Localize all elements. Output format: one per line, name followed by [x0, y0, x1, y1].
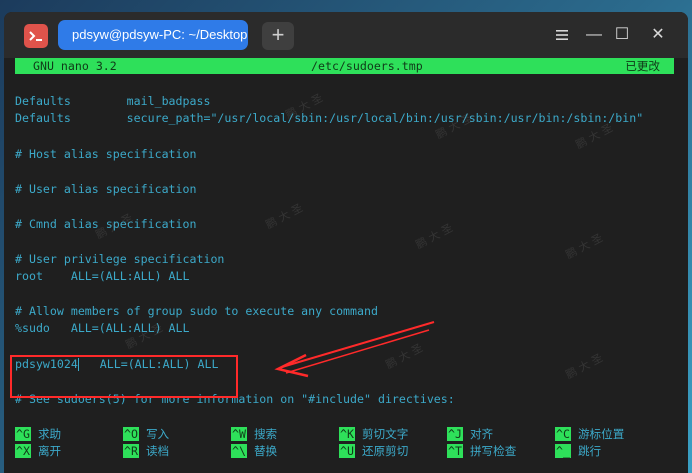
new-tab-button[interactable]: +	[262, 22, 294, 50]
shortcut-read-file: ^R 读档	[123, 444, 170, 458]
terminal-window: pdsyw@pdsyw-PC: ~/Desktop + — ☐ ✕ GNU na…	[4, 12, 688, 473]
shortcut-help: ^G 求助	[15, 427, 62, 441]
shortcut-uncut: ^U 还原剪切	[339, 444, 409, 458]
shortcut-search: ^W 搜索	[231, 427, 278, 441]
menu-icon[interactable]	[552, 25, 572, 45]
shortcut-replace: ^\ 替换	[231, 444, 278, 458]
terminal-app-icon	[24, 24, 48, 48]
shortcut-exit: ^X 离开	[15, 444, 62, 458]
shortcut-cursor-position: ^C 游标位置	[555, 427, 625, 441]
shortcut-go-to-line: ^_ 跳行	[555, 444, 602, 458]
shortcut-spell-check: ^T 拼写检查	[447, 444, 517, 458]
terminal-content[interactable]: GNU nano 3.2 /etc/sudoers.tmp 已更改 Defaul…	[4, 58, 688, 473]
shortcut-write: ^O 写入	[123, 427, 170, 441]
title-bar: pdsyw@pdsyw-PC: ~/Desktop + — ☐ ✕	[4, 12, 688, 58]
close-button[interactable]: ✕	[648, 25, 668, 45]
annotation-arrow-icon	[274, 321, 435, 378]
shortcut-justify: ^J 对齐	[447, 427, 494, 441]
shortcut-cut: ^K 剪切文字	[339, 427, 409, 441]
minimize-button[interactable]: —	[584, 25, 604, 45]
maximize-button[interactable]: ☐	[612, 25, 632, 45]
tab-desktop[interactable]: pdsyw@pdsyw-PC: ~/Desktop	[58, 20, 248, 50]
